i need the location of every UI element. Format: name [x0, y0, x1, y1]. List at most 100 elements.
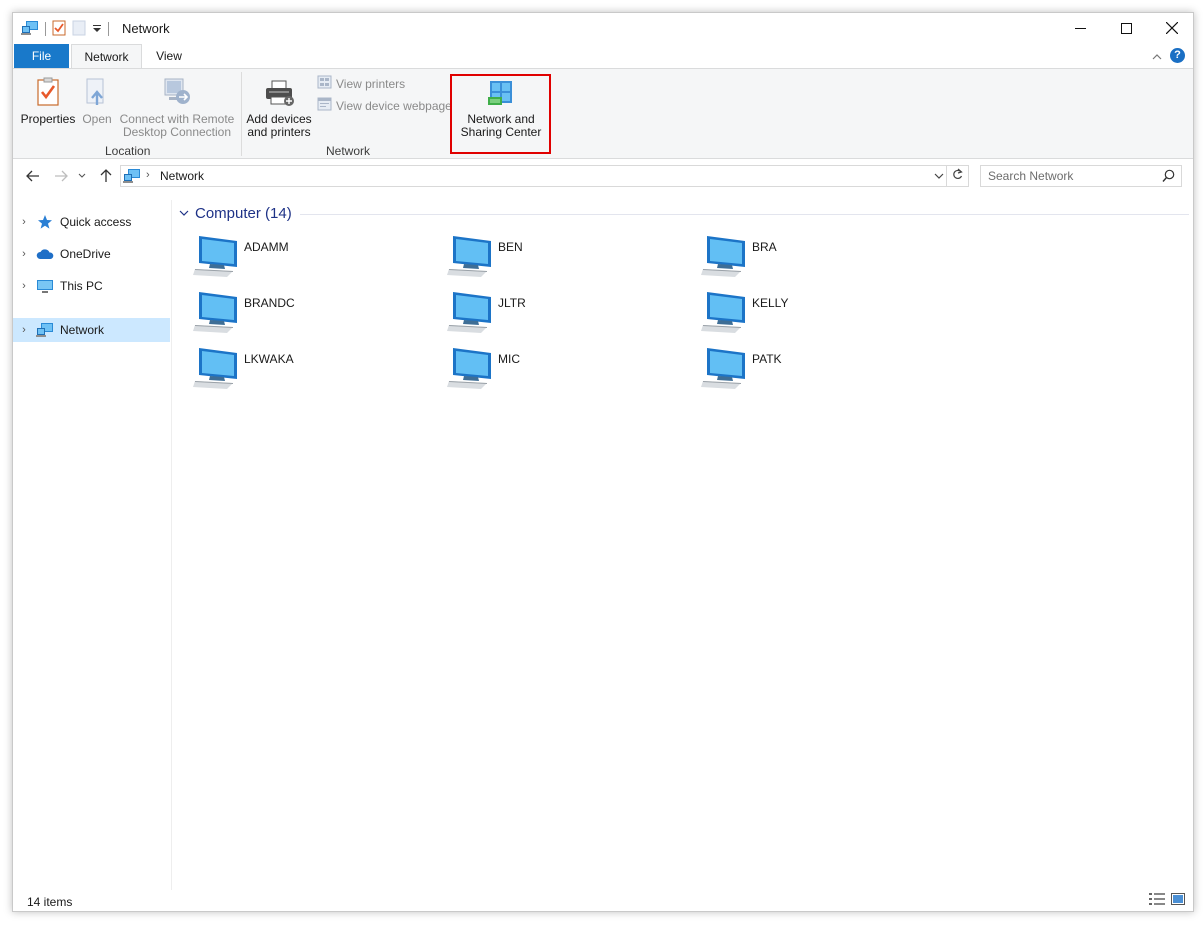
- qat-dropdown-icon[interactable]: [92, 22, 102, 36]
- open-label: Open: [82, 112, 112, 126]
- expand-chevron-icon[interactable]: ›: [13, 324, 35, 336]
- address-bar[interactable]: › Network: [120, 165, 969, 187]
- search-box[interactable]: [980, 165, 1182, 187]
- properties-button[interactable]: Properties: [19, 77, 77, 126]
- remote-desktop-icon: [117, 77, 237, 110]
- up-button[interactable]: [96, 165, 116, 187]
- expand-chevron-icon[interactable]: ›: [13, 280, 35, 292]
- toolbar-divider: [45, 22, 46, 36]
- open-button[interactable]: Open: [79, 77, 115, 126]
- view-switcher: [1149, 893, 1185, 908]
- computer-name: BRA: [752, 240, 777, 254]
- sidebar-item-label: Quick access: [60, 215, 132, 229]
- ribbon-tabs: File Network View: [13, 44, 1193, 69]
- computer-icon: [447, 289, 493, 336]
- add-devices-button[interactable]: Add devices and printers: [245, 79, 313, 139]
- computer-name: LKWAKA: [244, 352, 294, 366]
- computer-item-bra[interactable]: BRA: [701, 233, 951, 285]
- sidebar-item-this-pc[interactable]: › This PC: [13, 274, 170, 298]
- status-bar: 14 items: [13, 890, 1193, 911]
- computer-icon: [701, 345, 747, 392]
- new-folder-qat-icon[interactable]: [72, 20, 86, 39]
- back-button[interactable]: [23, 165, 43, 187]
- remote-desktop-label-line2: Desktop Connection: [122, 125, 232, 139]
- computer-icon: [193, 345, 239, 392]
- quick-access-toolbar: [21, 20, 109, 38]
- group-label-network: Network: [326, 144, 371, 158]
- forward-button[interactable]: [51, 165, 71, 187]
- refresh-button[interactable]: [946, 166, 968, 186]
- close-icon: [1166, 22, 1178, 34]
- properties-qat-icon[interactable]: [52, 20, 66, 39]
- printer-icon: [245, 79, 313, 110]
- computer-item-mic[interactable]: MIC: [447, 345, 697, 397]
- computer-icon: [701, 289, 747, 336]
- navigation-pane: › Quick access › OneDrive › This PC › Ne…: [13, 200, 172, 890]
- maximize-button[interactable]: [1103, 13, 1149, 43]
- star-icon: [35, 214, 55, 230]
- expand-chevron-icon[interactable]: ›: [13, 248, 35, 260]
- view-device-webpage-button[interactable]: View device webpage: [317, 97, 452, 114]
- ribbon-panel: Properties Open Connect with Remote Desk…: [13, 68, 1193, 159]
- breadcrumb-network[interactable]: Network: [160, 169, 204, 183]
- maximize-icon: [1120, 22, 1132, 34]
- computer-icon: [447, 345, 493, 392]
- computer-name: BEN: [498, 240, 523, 254]
- group-divider-line: [299, 214, 1189, 215]
- address-dropdown-icon[interactable]: [934, 167, 944, 188]
- large-icons-view-icon[interactable]: [1171, 893, 1185, 908]
- computer-item-ben[interactable]: BEN: [447, 233, 697, 285]
- toolbar-divider: [108, 22, 109, 36]
- computer-icon: [193, 289, 239, 336]
- computer-item-kelly[interactable]: KELLY: [701, 289, 951, 341]
- details-view-icon[interactable]: [1149, 893, 1165, 908]
- sidebar-item-onedrive[interactable]: › OneDrive: [13, 242, 170, 266]
- expand-chevron-icon[interactable]: ›: [13, 216, 35, 228]
- up-arrow-icon: [100, 169, 112, 182]
- ribbon-controls: ?: [1152, 48, 1185, 63]
- view-device-webpage-label: View device webpage: [336, 98, 452, 113]
- computer-item-jltr[interactable]: JLTR: [447, 289, 697, 341]
- remote-desktop-button[interactable]: Connect with Remote Desktop Connection: [117, 77, 237, 139]
- computer-item-adamm[interactable]: ADAMM: [193, 233, 443, 285]
- network-icon: [35, 322, 55, 338]
- title-bar: Network: [13, 13, 1193, 43]
- monitor-icon: [35, 278, 55, 294]
- breadcrumb-chevron-icon[interactable]: ›: [146, 169, 150, 181]
- network-icon: [123, 168, 141, 187]
- sidebar-item-network[interactable]: › Network: [13, 318, 170, 342]
- search-input[interactable]: [988, 169, 1158, 183]
- window-title: Network: [122, 21, 170, 36]
- view-printers-label: View printers: [336, 76, 406, 91]
- open-icon: [79, 77, 115, 110]
- computer-icon: [193, 233, 239, 280]
- sidebar-item-label: Network: [60, 323, 105, 337]
- close-button[interactable]: [1149, 13, 1193, 43]
- computer-item-patk[interactable]: PATK: [701, 345, 951, 397]
- tab-network[interactable]: Network: [71, 44, 142, 69]
- computer-name: BRANDC: [244, 296, 295, 310]
- help-icon[interactable]: ?: [1170, 48, 1185, 63]
- collapse-ribbon-icon[interactable]: [1152, 49, 1162, 63]
- tab-file[interactable]: File: [14, 44, 69, 68]
- tab-view[interactable]: View: [147, 44, 191, 68]
- sidebar-item-label: OneDrive: [60, 247, 111, 261]
- computer-icon: [447, 233, 493, 280]
- group-title: Computer (14): [195, 205, 292, 222]
- computer-item-brandc[interactable]: BRANDC: [193, 289, 443, 341]
- sidebar-item-label: This PC: [60, 279, 103, 293]
- sidebar-item-quick-access[interactable]: › Quick access: [13, 210, 170, 234]
- minimize-icon: [1074, 27, 1086, 29]
- computer-item-lkwaka[interactable]: LKWAKA: [193, 345, 443, 397]
- search-icon[interactable]: [1162, 169, 1175, 186]
- minimize-button[interactable]: [1057, 13, 1103, 43]
- properties-checklist-icon: [19, 77, 77, 110]
- group-label-location: Location: [105, 144, 151, 158]
- collapse-group-icon[interactable]: [179, 208, 189, 220]
- cloud-icon: [35, 246, 55, 262]
- chevron-down-icon: [78, 173, 86, 178]
- view-printers-button[interactable]: View printers: [317, 75, 405, 92]
- group-header-computer[interactable]: Computer (14): [179, 205, 1189, 222]
- highlight-box: [450, 74, 551, 154]
- recent-locations-button[interactable]: [76, 165, 88, 187]
